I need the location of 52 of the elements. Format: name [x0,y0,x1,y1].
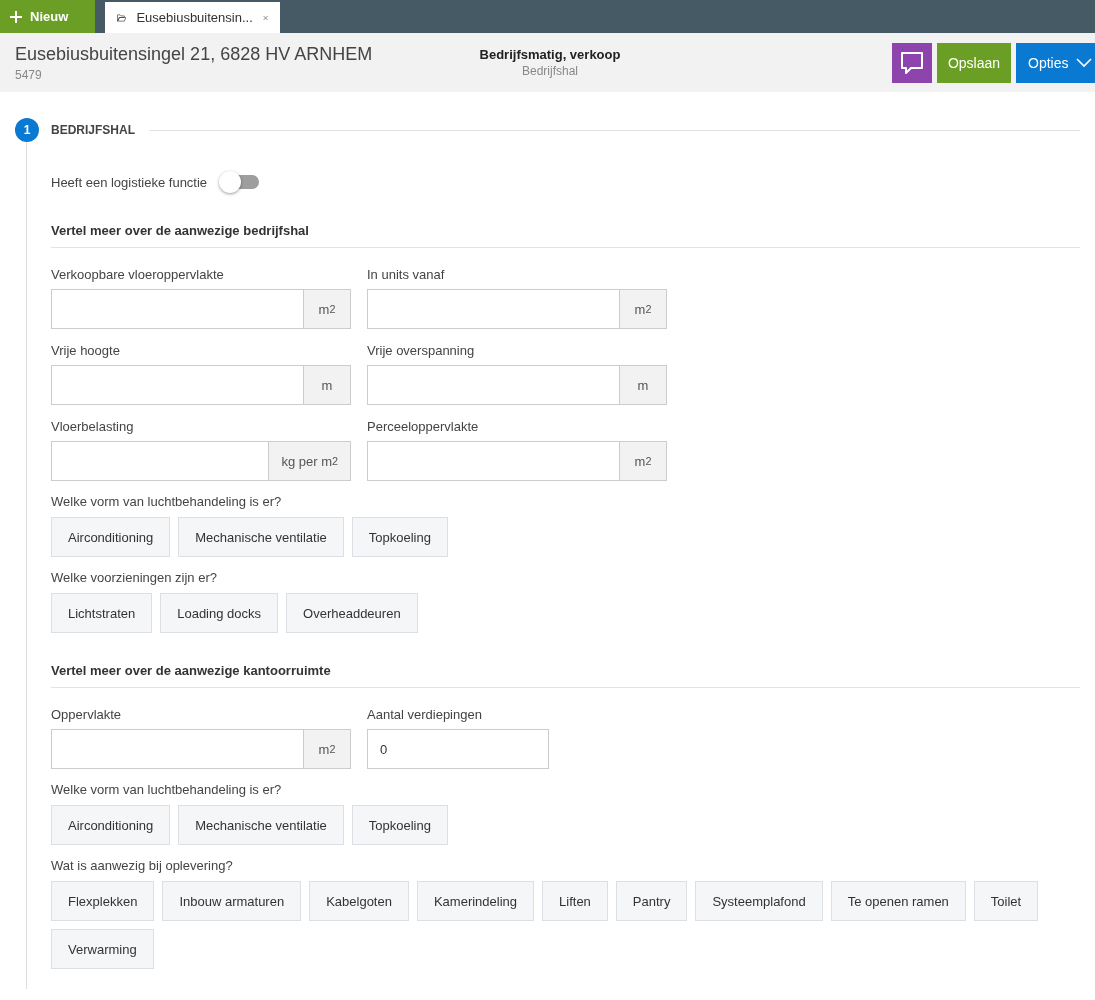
input-field[interactable]: 0 [367,729,549,769]
unit-addon: m [303,366,350,404]
field-label: Vrije overspanning [367,343,476,358]
choice-button[interactable]: Kabelgoten [309,881,409,921]
choice-button[interactable]: Topkoeling [351,805,448,845]
group-heading: Vertel meer over de aanwezige bedrijfshal [51,223,1080,248]
choice-button[interactable]: Inbouw armaturen [162,881,302,921]
choice-button[interactable]: Overheaddeuren [286,593,418,633]
field-label: Verkoopbare vloeroppervlakte [51,267,225,282]
choice-button[interactable]: Mechanische ventilatie [178,517,344,557]
property-id: 5479 [15,67,43,82]
speech-bubble-icon [899,49,925,76]
property-type: Bedrijfshal [521,64,579,78]
choice-button[interactable]: Topkoeling [351,517,448,557]
toggle-label: Heeft een logistieke functie [51,174,208,190]
section-title: BEDRIJFSHAL [51,123,135,137]
property-address: Eusebiusbuitensingel 21, 6828 HV ARNHEM [15,43,374,65]
field-label: In units vanaf [367,267,446,282]
field-label: Vloerbelasting [51,419,135,434]
choice-button[interactable]: Loading docks [160,593,279,633]
choice-button[interactable]: Kamerindeling [416,881,535,921]
group-heading: Vertel meer over de aanwezige kantoorruimte [51,663,1080,688]
comment-button[interactable] [892,42,932,83]
choice-button[interactable]: Airconditioning [51,517,171,557]
choice-button[interactable]: Flexplekken [51,881,155,921]
choice-button[interactable]: Liften [542,881,608,921]
choice-button[interactable]: Toilet [973,881,1039,921]
step-number: 1 [15,118,39,142]
choice-button[interactable]: Pantry [615,881,688,921]
chevron-down-icon [1076,57,1093,68]
document-tab[interactable]: Eusebiusbuitensin... [105,2,280,33]
field-label: Oppervlakte [51,707,123,722]
question-label: Welke vorm van luchtbehandeling is er? [51,782,283,797]
options-button[interactable]: Opties [1016,42,1095,83]
choice-button[interactable]: Verwarming [51,929,154,969]
choice-button[interactable]: Systeemplafond [695,881,823,921]
input-field[interactable]: m [367,365,667,405]
unit-addon: m [619,366,666,404]
field-label: Aantal verdiepingen [367,707,483,722]
field-label: Vrije hoogte [51,343,121,358]
choice-button[interactable]: Te openen ramen [830,881,966,921]
question-label: Welke vorm van luchtbehandeling is er? [51,494,283,509]
field-label: Perceeloppervlakte [367,419,480,434]
question-label: Welke voorzieningen zijn er? [51,570,218,585]
plus-icon [10,10,22,23]
tab-label: Eusebiusbuitensin... [136,10,253,25]
choice-button[interactable]: Mechanische ventilatie [178,805,344,845]
choice-button[interactable]: Airconditioning [51,805,171,845]
choice-button[interactable]: Lichtstraten [51,593,153,633]
property-category: Bedrijfsmatig, verkoop [478,47,622,62]
input-field[interactable]: m [51,365,351,405]
question-label: Wat is aanwezig bij oplevering? [51,858,234,873]
